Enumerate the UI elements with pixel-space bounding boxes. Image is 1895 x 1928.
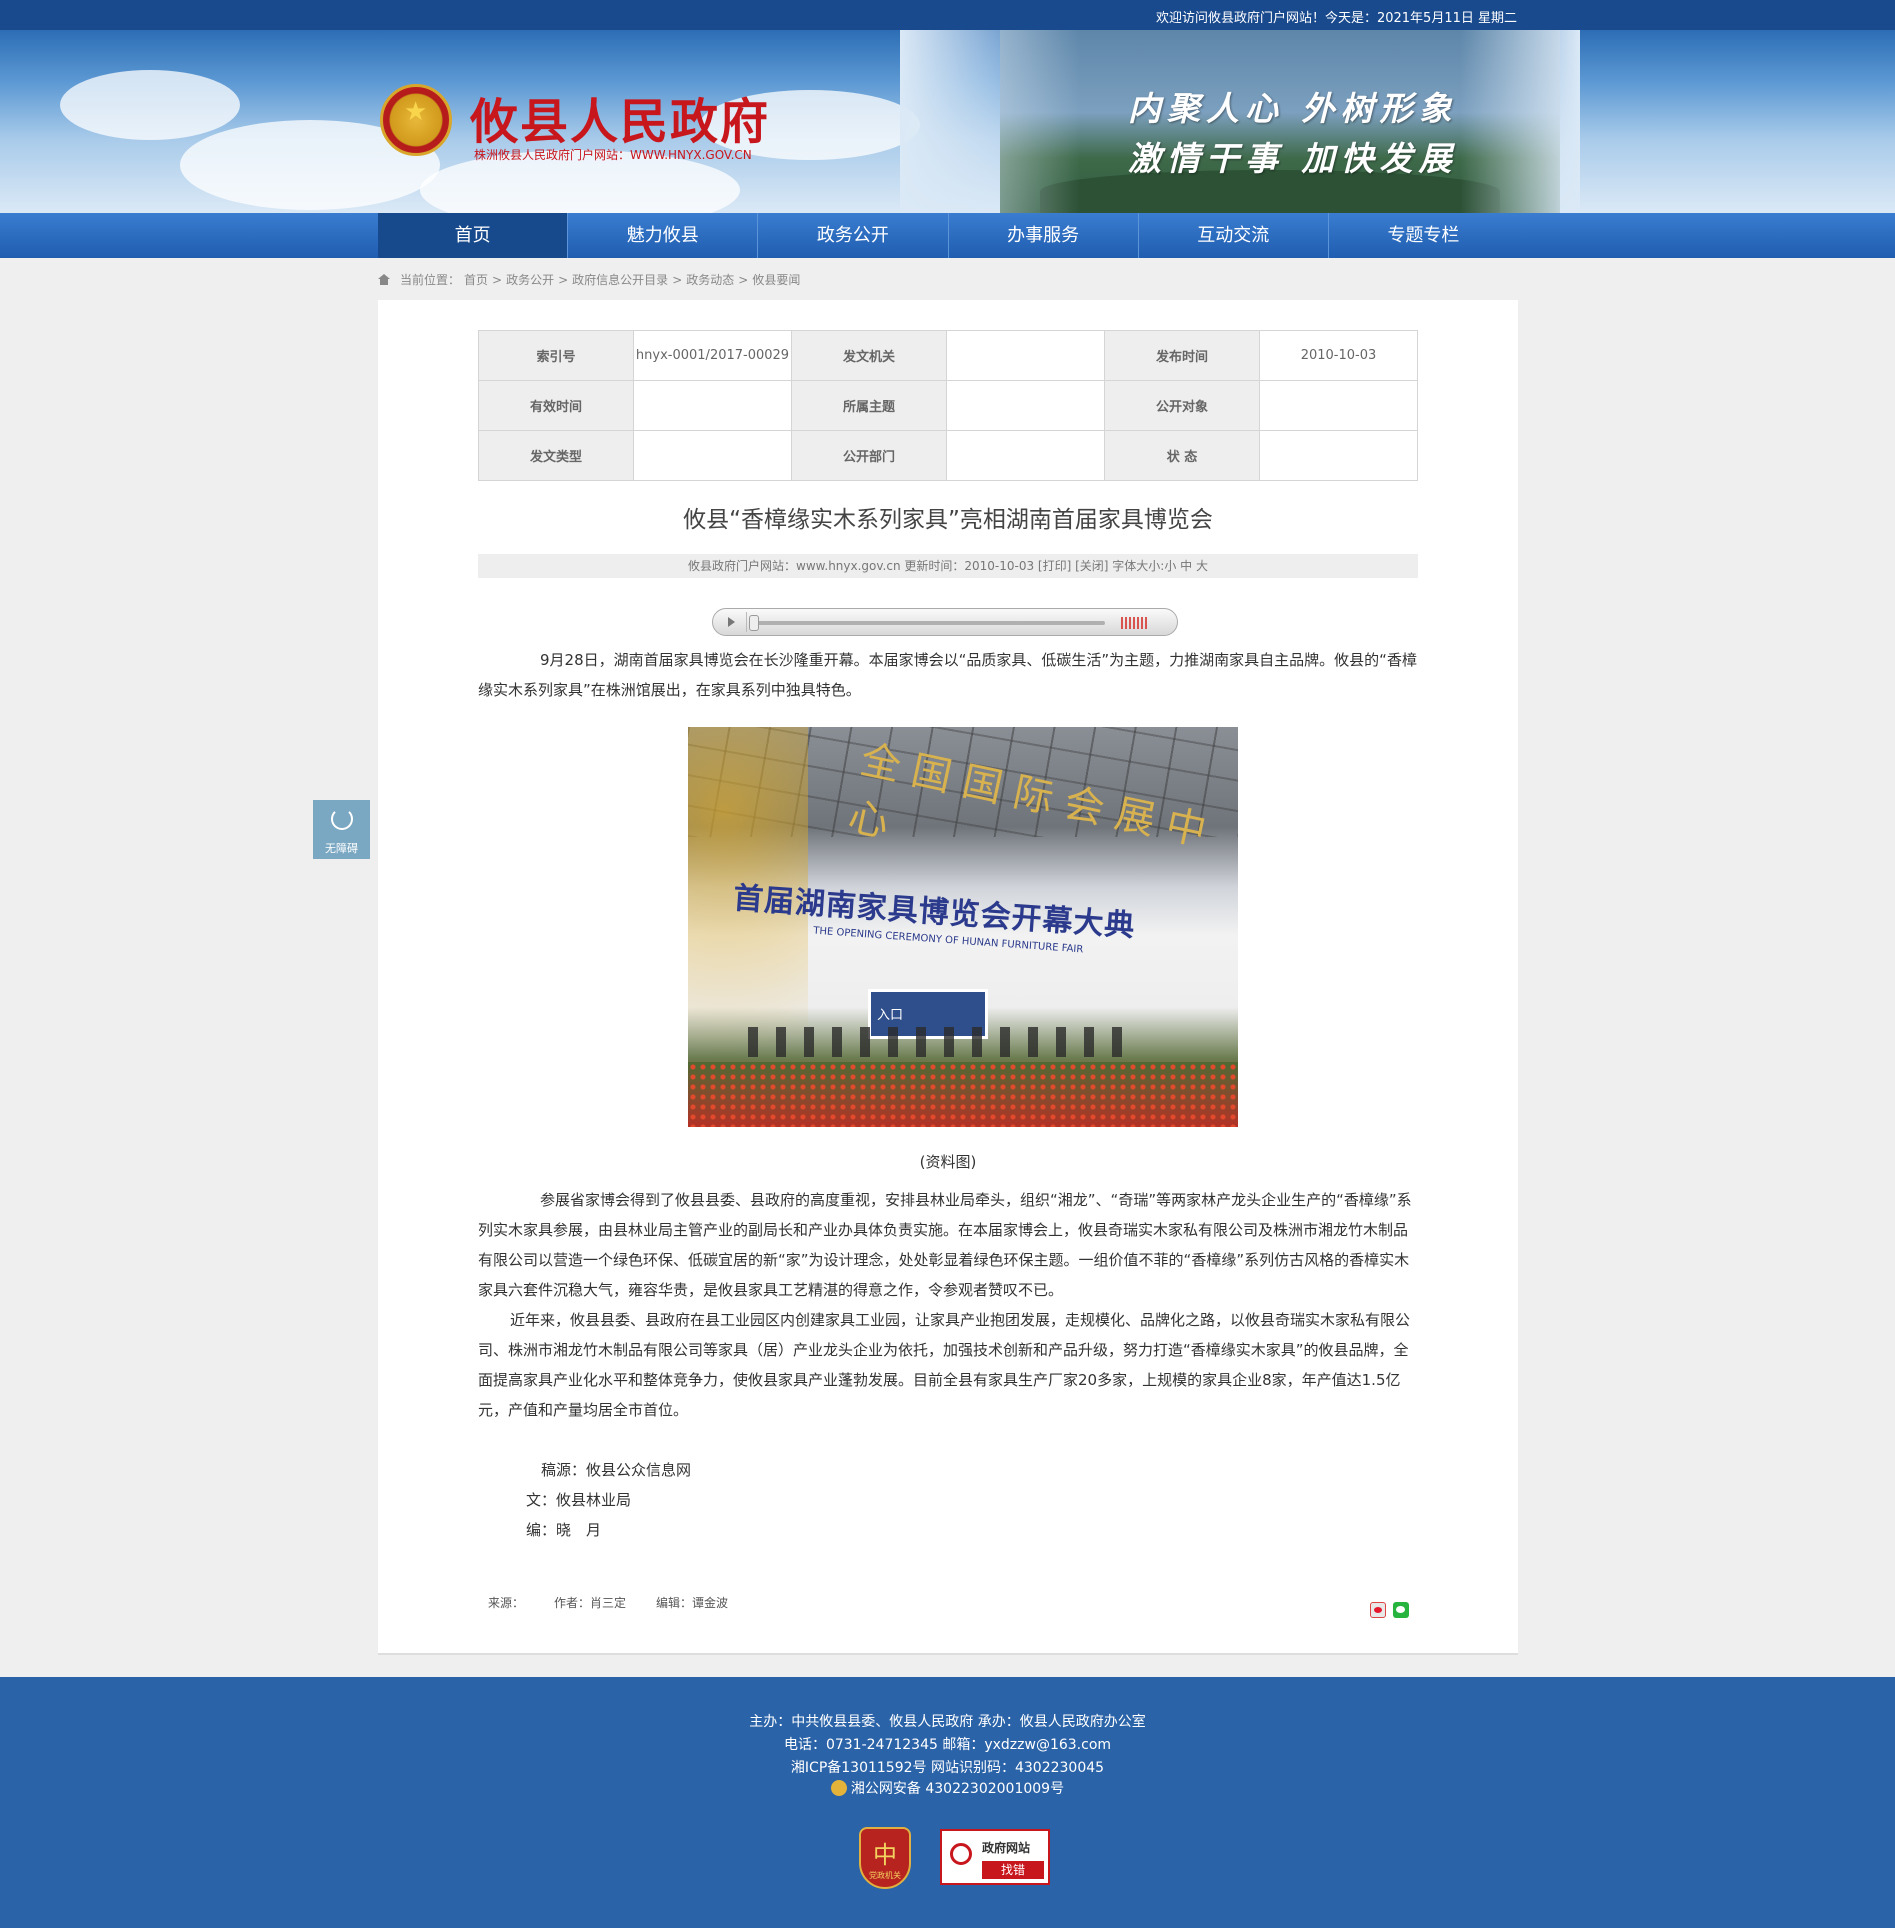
meta-key: 有效时间: [478, 380, 634, 431]
meta-value: [1259, 430, 1418, 481]
people-silhouettes: [748, 1027, 1128, 1057]
nav-bar: 首页 魅力攸县 政务公开 办事服务 互动交流 专题专栏: [378, 213, 1518, 258]
cloud-decoration: [60, 70, 240, 140]
breadcrumb-separator: >: [738, 272, 749, 287]
footer-police-record[interactable]: 湘公网安备 43022302001009号: [0, 1778, 1895, 1798]
party-gov-badge[interactable]: 中 党政机关: [859, 1827, 911, 1889]
meta-key: 状 态: [1104, 430, 1260, 481]
site-subtitle: 株洲攸县人民政府门户网站：WWW.HNYX.GOV.CN: [474, 148, 752, 162]
source-line: 稿源：攸县公众信息网: [541, 1461, 692, 1479]
writer-line: 文：攸县林业局: [526, 1491, 632, 1509]
meta-value: [946, 330, 1105, 381]
home-icon: [378, 274, 390, 285]
slogan-line-1: 内聚人心 外树形象: [1128, 89, 1458, 128]
report-badge-action: 找错: [982, 1861, 1044, 1879]
site-title[interactable]: 攸县人民政府: [470, 82, 770, 152]
nav-item-gov-affairs[interactable]: 政务公开: [758, 213, 949, 258]
main-nav: 首页 魅力攸县 政务公开 办事服务 互动交流 专题专栏: [0, 213, 1895, 258]
meta-key: 发文机关: [791, 330, 947, 381]
byline-editor: 编辑：谭金波: [656, 1596, 729, 1610]
progress-track[interactable]: [755, 621, 1105, 625]
meta-value: [633, 380, 792, 431]
info-metadata-table: 索引号 hnyx-0001/2017-00029 发文机关 发布时间 2010-…: [478, 330, 1418, 481]
nav-item-home[interactable]: 首页: [378, 213, 569, 258]
header-banner: ★ 攸县人民政府 株洲攸县人民政府门户网站：WWW.HNYX.GOV.CN 内聚…: [0, 30, 1895, 213]
meta-key: 所属主题: [791, 380, 947, 431]
photo-caption: (资料图): [919, 1153, 977, 1171]
editor-line: 编：晓 月: [526, 1521, 602, 1539]
byline-author: 作者：肖三定: [554, 1596, 627, 1610]
flower-bed: [688, 1062, 1238, 1127]
meta-key: 索引号: [478, 330, 634, 381]
badge-text: 党政机关: [869, 1871, 901, 1880]
breadcrumb-item[interactable]: 政务动态: [686, 271, 734, 288]
breadcrumb-separator: >: [558, 272, 569, 287]
article-info-bar[interactable]: 攸县政府门户网站：www.hnyx.gov.cn 更新时间：2010-10-03…: [478, 554, 1418, 578]
meta-key: 发布时间: [1104, 330, 1260, 381]
footer-sponsor: 主办：中共攸县县委、攸县人民政府 承办：攸县人民政府办公室: [749, 1714, 1146, 1730]
nav-item-services[interactable]: 办事服务: [949, 213, 1139, 258]
meta-value: [946, 380, 1105, 431]
footer-icp[interactable]: 湘ICP备13011592号 网站识别码：4302230045: [0, 1757, 1895, 1777]
banner-fade-right: [1460, 30, 1580, 213]
table-row: 索引号 hnyx-0001/2017-00029 发文机关 发布时间 2010-…: [478, 330, 1418, 381]
slogan-line-2: 激情干事 加快发展: [1128, 139, 1458, 178]
footer: 主办：中共攸县县委、攸县人民政府 承办：攸县人民政府办公室 电话：0731-24…: [0, 1677, 1895, 1928]
report-error-badge[interactable]: 政府网站 找错: [940, 1829, 1050, 1885]
audio-player[interactable]: [712, 608, 1178, 636]
meta-value: [633, 430, 792, 481]
breadcrumb-label: 当前位置：: [400, 273, 461, 287]
police-badge-icon: [830, 1780, 847, 1796]
table-row: 发文类型 公开部门 状 态: [478, 430, 1418, 481]
expo-photo: 全国国际会展中心 首届湖南家具博览会开幕大典 THE OPENING CEREM…: [688, 727, 1238, 1127]
article-byline: 来源： 作者：肖三定 编辑：谭金波: [488, 1594, 728, 1611]
wheelchair-icon: [331, 808, 353, 830]
article-paragraph: 9月28日，湖南首届家具博览会在长沙隆重开幕。本届家博会以“品质家具、低碳生活”…: [478, 651, 1417, 699]
welcome-text: 欢迎访问攸县政府门户网站！今天是：2021年5月11日 星期二: [1155, 11, 1517, 26]
accessibility-button[interactable]: 无障碍: [313, 800, 370, 859]
meta-value: [946, 430, 1105, 481]
breadcrumb-item[interactable]: 首页: [464, 271, 488, 288]
entrance-label: 入口: [877, 1008, 904, 1023]
banner-fade-left: [900, 30, 1080, 213]
meta-key: 发文类型: [478, 430, 634, 481]
breadcrumb-separator: >: [672, 272, 683, 287]
magnifier-icon: [950, 1843, 972, 1865]
volume-icon[interactable]: [1121, 617, 1147, 629]
meta-key: 公开部门: [791, 430, 947, 481]
meta-key: 公开对象: [1104, 380, 1260, 431]
breadcrumb-separator: >: [492, 272, 503, 287]
nav-item-interaction[interactable]: 互动交流: [1139, 213, 1329, 258]
breadcrumb-item[interactable]: 政务公开: [506, 271, 554, 288]
breadcrumb: 当前位置： 首页 > 政务公开 > 政府信息公开目录 > 政务动态 > 攸县要闻: [378, 271, 804, 288]
footer-contact: 电话：0731-24712345 邮箱：yxdzzw@163.com: [783, 1737, 1112, 1753]
article-paragraph: 参展省家博会得到了攸县县委、县政府的高度重视，安排县林业局牵头，组织“湘龙”、“…: [478, 1191, 1412, 1299]
progress-handle[interactable]: [749, 615, 759, 631]
table-row: 有效时间 所属主题 公开对象: [478, 380, 1418, 431]
weibo-share-icon[interactable]: [1370, 1602, 1386, 1618]
badge-char: 中: [873, 1841, 897, 1869]
article-panel: 索引号 hnyx-0001/2017-00029 发文机关 发布时间 2010-…: [378, 300, 1518, 1655]
article-paragraph: 近年来，攸县县委、县政府在县工业园区内创建家具工业园，让家具产业抱团发展，走规模…: [478, 1311, 1411, 1419]
breadcrumb-item[interactable]: 攸县要闻: [752, 271, 800, 288]
meta-value: 2010-10-03: [1259, 330, 1418, 381]
article-title: 攸县“香樟缘实木系列家具”亮相湖南首届家具博览会: [683, 507, 1213, 533]
wechat-share-icon[interactable]: [1393, 1602, 1409, 1618]
report-badge-title: 政府网站: [982, 1841, 1031, 1855]
breadcrumb-item[interactable]: 政府信息公开目录: [572, 271, 668, 288]
footer-police-text: 湘公网安备 43022302001009号: [850, 1781, 1065, 1797]
play-button[interactable]: [717, 612, 747, 632]
top-bar: 欢迎访问攸县政府门户网站！今天是：2021年5月11日 星期二: [0, 0, 1895, 30]
nav-item-charm[interactable]: 魅力攸县: [568, 213, 759, 258]
nav-item-topics[interactable]: 专题专栏: [1329, 213, 1518, 258]
accessibility-label: 无障碍: [325, 842, 358, 855]
meta-value: hnyx-0001/2017-00029: [633, 330, 792, 381]
meta-value: [1259, 380, 1418, 431]
national-emblem-icon[interactable]: ★: [380, 84, 452, 156]
byline-source: 来源：: [488, 1596, 525, 1610]
